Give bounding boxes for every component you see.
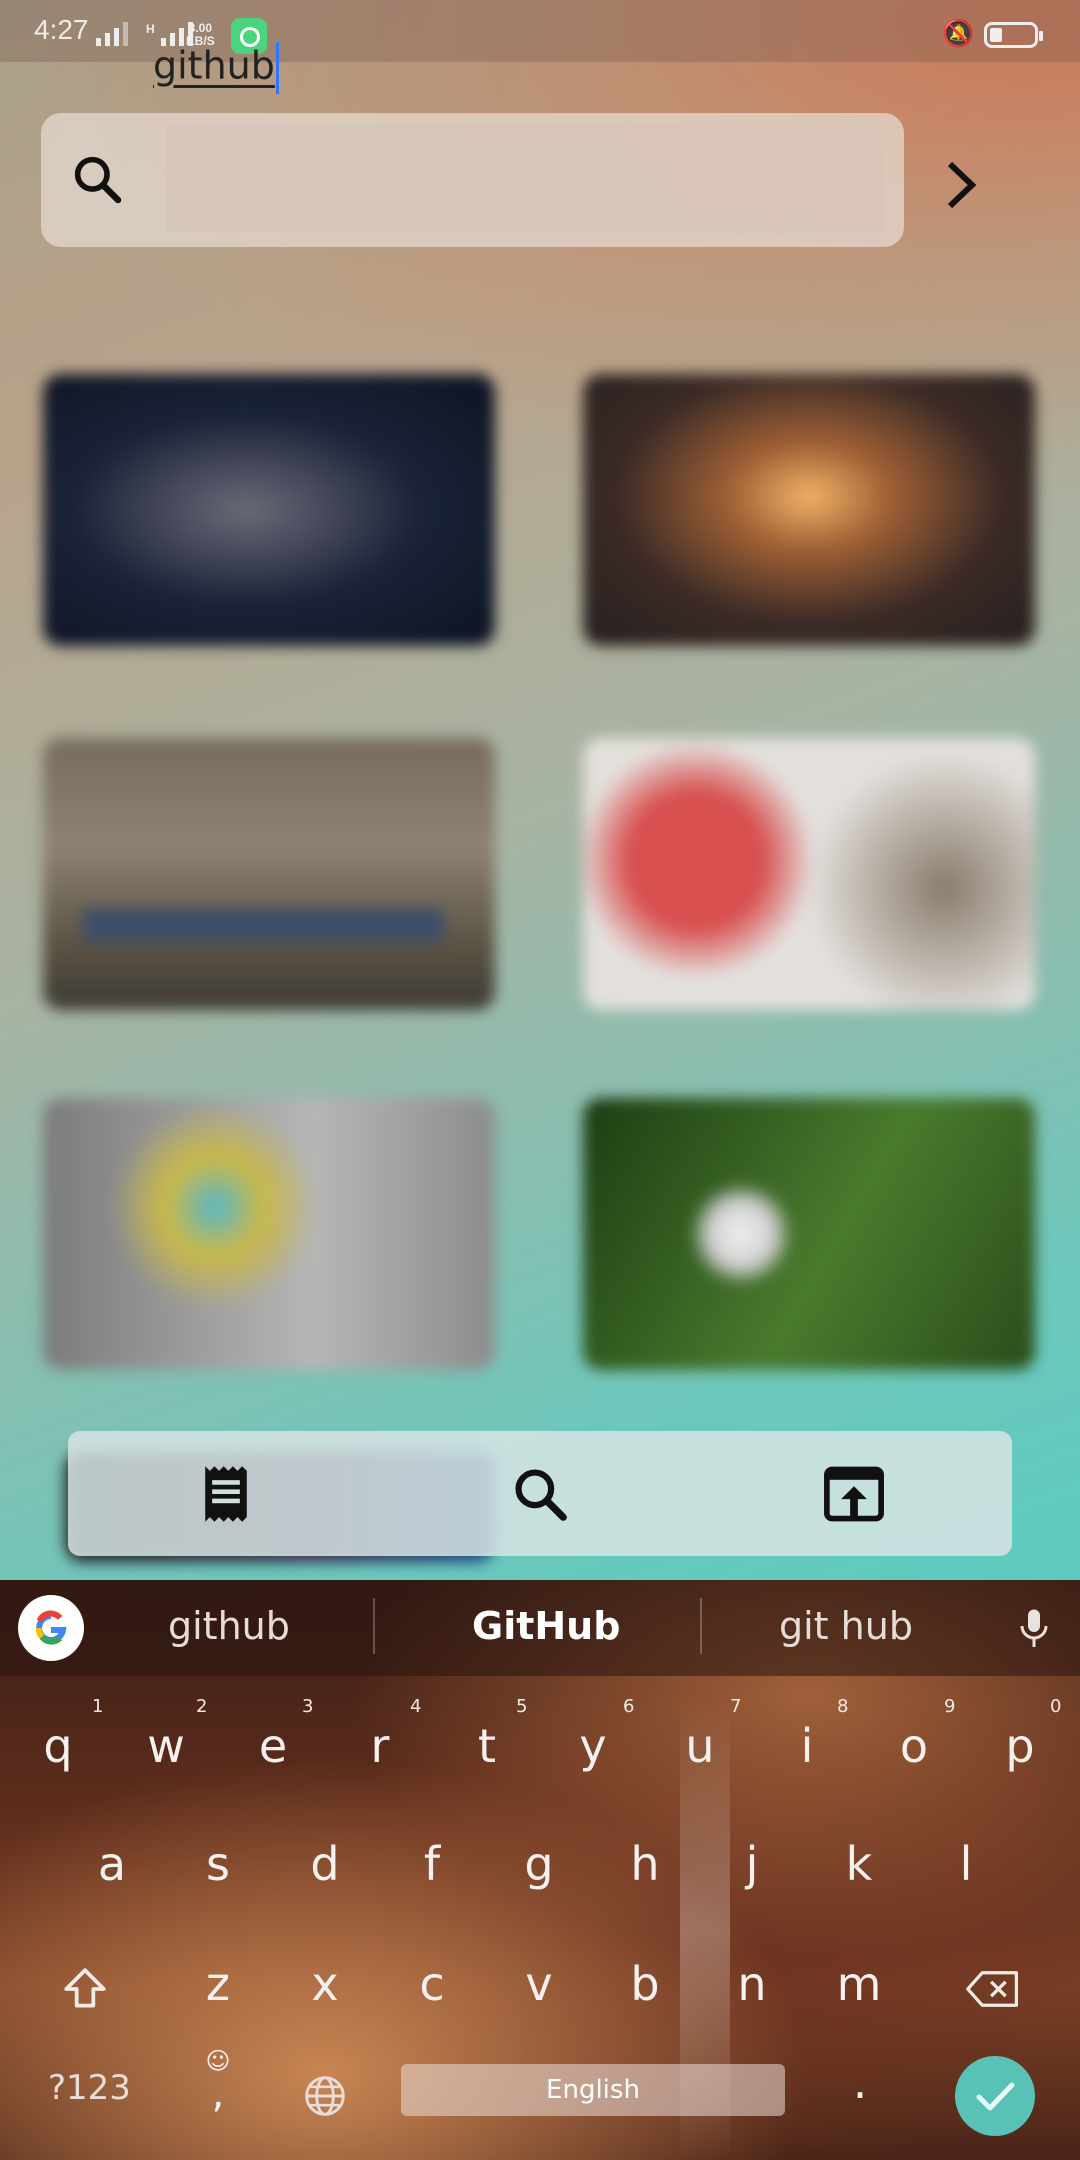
status-time: 4:27 (34, 14, 89, 45)
key-k[interactable]: k (809, 1814, 909, 1914)
key-l[interactable]: l (916, 1814, 1016, 1914)
suggestion-2[interactable]: GitHub (472, 1604, 620, 1648)
space-bar[interactable]: English (401, 2064, 785, 2116)
search-input-text[interactable]: github (153, 42, 279, 94)
key-b[interactable]: b (595, 1934, 695, 2034)
key-hint: 5 (516, 1696, 528, 1717)
result-thumbnail[interactable] (43, 1098, 495, 1370)
suggestion-divider (373, 1598, 375, 1654)
key-m[interactable]: m (809, 1934, 909, 2034)
key-j[interactable]: j (702, 1814, 802, 1914)
bottom-navigation (68, 1431, 1012, 1556)
suggestion-1[interactable]: github (168, 1604, 290, 1648)
keyboard: github GitHub git hub q w e r t y u i o … (0, 1580, 1080, 2160)
suggestion-divider (700, 1598, 702, 1654)
result-thumbnail[interactable] (583, 1098, 1035, 1370)
check-icon (976, 2082, 1015, 2111)
google-icon[interactable] (18, 1595, 84, 1661)
receipt-icon[interactable] (166, 1431, 286, 1556)
search-icon[interactable] (480, 1431, 600, 1556)
key-s[interactable]: s (168, 1814, 268, 1914)
go-arrow-button[interactable] (932, 150, 992, 220)
result-thumbnail[interactable] (583, 738, 1035, 1010)
key-hint: 9 (944, 1696, 956, 1717)
key-hint: 1 (92, 1696, 104, 1717)
emoji-comma-key[interactable]: ☺ , (168, 2048, 268, 2128)
key-x[interactable]: x (275, 1934, 375, 2034)
result-thumbnail[interactable] (43, 374, 495, 646)
key-n[interactable]: n (702, 1934, 802, 2034)
key-hint: 4 (410, 1696, 422, 1717)
key-f[interactable]: f (382, 1814, 482, 1914)
vibrate-off-icon: 🔕 (942, 18, 975, 48)
key-g[interactable]: g (489, 1814, 589, 1914)
suggestion-bar: github GitHub git hub (0, 1580, 1080, 1676)
battery-icon (984, 22, 1043, 48)
comma-label: , (211, 2071, 225, 2117)
key-hint: 0 (1050, 1696, 1062, 1717)
search-bar (41, 113, 904, 247)
globe-icon[interactable] (275, 2042, 375, 2142)
key-hint: 8 (837, 1696, 849, 1717)
symbols-key[interactable]: ?123 (48, 2068, 131, 2108)
key-a[interactable]: a (62, 1814, 162, 1914)
key-z[interactable]: z (168, 1934, 268, 2034)
signal-icon (96, 22, 128, 46)
search-input[interactable] (166, 125, 884, 233)
shift-key[interactable] (35, 1935, 135, 2035)
key-hint: 7 (730, 1696, 742, 1717)
key-v[interactable]: v (489, 1934, 589, 2034)
suggestion-3[interactable]: git hub (779, 1604, 913, 1648)
text-caret (275, 42, 279, 94)
backspace-key[interactable] (943, 1935, 1043, 2035)
result-thumbnail[interactable] (583, 374, 1035, 646)
search-icon[interactable] (69, 151, 125, 212)
result-thumbnail[interactable] (43, 738, 495, 1010)
mic-icon[interactable] (1016, 1606, 1052, 1657)
key-hint: 6 (623, 1696, 635, 1717)
enter-key[interactable] (955, 2056, 1035, 2136)
network-type: H (146, 22, 155, 36)
open-in-browser-icon[interactable] (794, 1431, 914, 1556)
key-h[interactable]: h (595, 1814, 695, 1914)
period-key[interactable]: . (810, 2032, 910, 2132)
key-hint: 3 (302, 1696, 314, 1717)
key-hint: 2 (196, 1696, 208, 1717)
key-c[interactable]: c (382, 1934, 482, 2034)
key-d[interactable]: d (275, 1814, 375, 1914)
